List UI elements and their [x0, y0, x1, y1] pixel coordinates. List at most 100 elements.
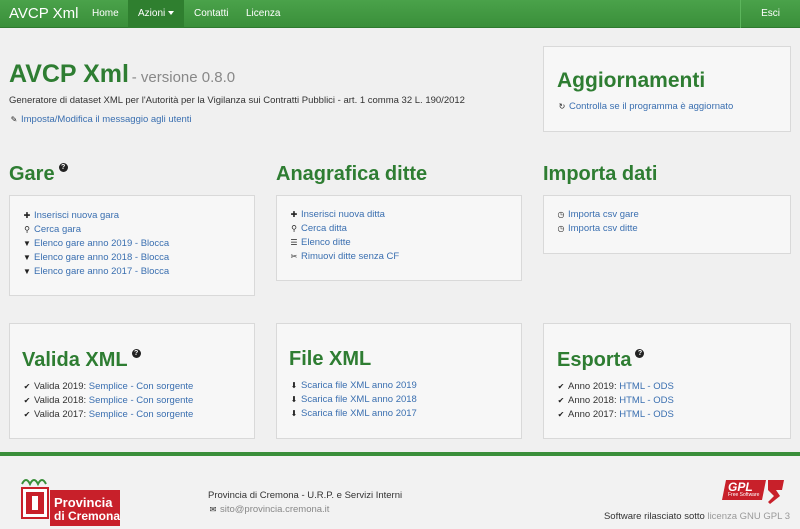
logo-line1: Provincia [54, 495, 113, 510]
footer-email-link[interactable]: sito@provincia.cremona.it [220, 504, 329, 515]
footer-license: Software rilasciato sotto licenza GNU GP… [604, 511, 790, 522]
remove-ditte-link[interactable]: Rimuovi ditte senza CF [301, 251, 399, 262]
edit-message-link[interactable]: Imposta/Modifica il messaggio agli utent… [21, 114, 192, 125]
download-icon: ⬇ [290, 381, 298, 390]
provincia-logo: Provincia di Cremona [12, 474, 120, 528]
app-title: AVCP Xml [9, 60, 129, 88]
check-icon: ✔ [557, 382, 565, 391]
caret-down-icon [168, 11, 175, 16]
valida-title-text: Valida XML [22, 349, 128, 371]
esporta-2019-link[interactable]: HTML - ODS [619, 381, 674, 392]
nav-azioni-label: Azioni [138, 8, 166, 19]
gare-title: Gare? [9, 163, 68, 186]
updates-panel: Aggiornamenti ↻ Controlla se il programma… [543, 46, 791, 132]
list-item: ▼ Elenco gare anno 2018 - Blocca [22, 251, 169, 264]
valida-label: Valida 2018: [34, 395, 89, 406]
xml-2018-link[interactable]: Scarica file XML anno 2018 [301, 394, 417, 405]
gare-title-text: Gare [9, 163, 55, 185]
list-ditte-link[interactable]: Elenco ditte [301, 237, 351, 248]
top-navbar: AVCP Xml Home Azioni Contatti Licenza Es… [0, 0, 800, 28]
new-gara-link[interactable]: Inserisci nuova gara [34, 210, 119, 221]
list-item: ⬇ Scarica file XML anno 2019 [289, 379, 417, 392]
download-icon: ⬇ [290, 395, 298, 404]
filter-icon: ▼ [23, 267, 31, 276]
check-icon: ✔ [557, 410, 565, 419]
plus-icon: ✚ [290, 210, 298, 219]
filter-icon: ▼ [23, 253, 31, 262]
app-version: - versione 0.8.0 [131, 69, 236, 86]
anagrafica-panel: ✚ Inserisci nuova ditta ⚲ Cerca ditta ☰ Ele… [276, 195, 522, 281]
search-ditta-link[interactable]: Cerca ditta [301, 223, 347, 234]
check-icon: ✔ [557, 396, 565, 405]
logout-button[interactable]: Esci [740, 0, 800, 28]
footer-org: Provincia di Cremona - U.R.P. e Servizi … [208, 490, 403, 501]
list-item: ✔ Anno 2017: HTML - ODS [556, 408, 674, 421]
gare-2018-link[interactable]: Elenco gare anno 2018 - Blocca [34, 252, 169, 263]
brand[interactable]: AVCP Xml [9, 5, 78, 22]
gare-2019-link[interactable]: Elenco gare anno 2019 - Blocca [34, 238, 169, 249]
list-item: ✔ Valida 2017: Semplice - Con sorgente [22, 408, 194, 421]
nav-home[interactable]: Home [82, 0, 129, 28]
esporta-2017-link[interactable]: HTML - ODS [619, 409, 674, 420]
footer-email-row: ✉ sito@provincia.cremona.it [208, 504, 330, 515]
list-item: ✚ Inserisci nuova gara [22, 209, 119, 222]
list-item: ◷ Importa csv ditte [556, 222, 638, 235]
esporta-label: Anno 2017: [568, 409, 620, 420]
valida-2018-link[interactable]: Semplice - Con sorgente [89, 395, 194, 406]
check-icon: ✔ [23, 382, 31, 391]
valida-label: Valida 2019: [34, 381, 89, 392]
envelope-icon: ✉ [209, 505, 217, 514]
list-item: ✔ Anno 2018: HTML - ODS [556, 394, 674, 407]
list-item: ✚ Inserisci nuova ditta [289, 208, 385, 221]
clock-icon: ◷ [557, 210, 565, 219]
xml-2017-link[interactable]: Scarica file XML anno 2017 [301, 408, 417, 419]
import-ditte-link[interactable]: Importa csv ditte [568, 223, 638, 234]
search-icon: ⚲ [24, 225, 30, 234]
filexml-panel: File XML ⬇ Scarica file XML anno 2019 ⬇ Sc… [276, 323, 522, 439]
check-icon: ✔ [23, 396, 31, 405]
list-item: ⬇ Scarica file XML anno 2017 [289, 407, 417, 420]
nav-licenza[interactable]: Licenza [236, 0, 290, 28]
license-link[interactable]: licenza GNU GPL 3 [707, 511, 790, 522]
list-item: ✂ Rimuovi ditte senza CF [289, 250, 400, 263]
app-subtitle: Generatore di dataset XML per l'Autorità… [9, 95, 465, 106]
wrench-icon: ✂ [290, 252, 298, 261]
anagrafica-title: Anagrafica ditte [276, 163, 428, 185]
refresh-icon: ↻ [558, 102, 566, 111]
help-icon[interactable]: ? [635, 349, 645, 358]
new-ditta-link[interactable]: Inserisci nuova ditta [301, 209, 385, 220]
search-icon: ⚲ [291, 224, 297, 233]
esporta-title-text: Esporta [557, 349, 632, 371]
nav-contatti[interactable]: Contatti [184, 0, 238, 28]
list-item: ▼ Elenco gare anno 2019 - Blocca [22, 237, 169, 250]
list-item: ⬇ Scarica file XML anno 2018 [289, 393, 417, 406]
list-item: ▼ Elenco gare anno 2017 - Blocca [22, 265, 169, 278]
search-gara-link[interactable]: Cerca gara [34, 224, 81, 235]
valida-2017-link[interactable]: Semplice - Con sorgente [89, 409, 194, 420]
list-item: ✔ Valida 2018: Semplice - Con sorgente [22, 394, 194, 407]
list-icon: ☰ [290, 238, 298, 247]
logo-line2: di Cremona [54, 509, 121, 523]
help-icon[interactable]: ? [131, 349, 141, 358]
footer: Provincia di Cremona Provincia di Cremon… [0, 452, 800, 529]
gare-panel: ✚ Inserisci nuova gara ⚲ Cerca gara ▼ Elenc… [9, 195, 255, 296]
pencil-icon: ✎ [10, 115, 18, 124]
list-item: ☰ Elenco ditte [289, 236, 351, 249]
import-gare-link[interactable]: Importa csv gare [568, 209, 639, 220]
esporta-2018-link[interactable]: HTML - ODS [619, 395, 674, 406]
gare-2017-link[interactable]: Elenco gare anno 2017 - Blocca [34, 266, 169, 277]
plus-icon: ✚ [23, 211, 31, 220]
valida-panel: Valida XML? ✔ Valida 2019: Semplice - Con… [9, 323, 255, 439]
edit-message-row: ✎ Imposta/Modifica il messaggio agli uten… [9, 114, 192, 125]
nav-azioni-dropdown[interactable]: Azioni [128, 0, 185, 28]
check-updates-row: ↻ Controlla se il programma è aggiornato [557, 100, 734, 113]
valida-title: Valida XML? [22, 349, 141, 372]
clock-icon: ◷ [557, 224, 565, 233]
list-item: ✔ Anno 2019: HTML - ODS [556, 380, 674, 393]
help-icon[interactable]: ? [58, 163, 68, 172]
valida-2019-link[interactable]: Semplice - Con sorgente [89, 381, 194, 392]
check-updates-link[interactable]: Controlla se il programma è aggiornato [569, 101, 733, 112]
xml-2019-link[interactable]: Scarica file XML anno 2019 [301, 380, 417, 391]
updates-title: Aggiornamenti [557, 69, 706, 92]
check-icon: ✔ [23, 410, 31, 419]
